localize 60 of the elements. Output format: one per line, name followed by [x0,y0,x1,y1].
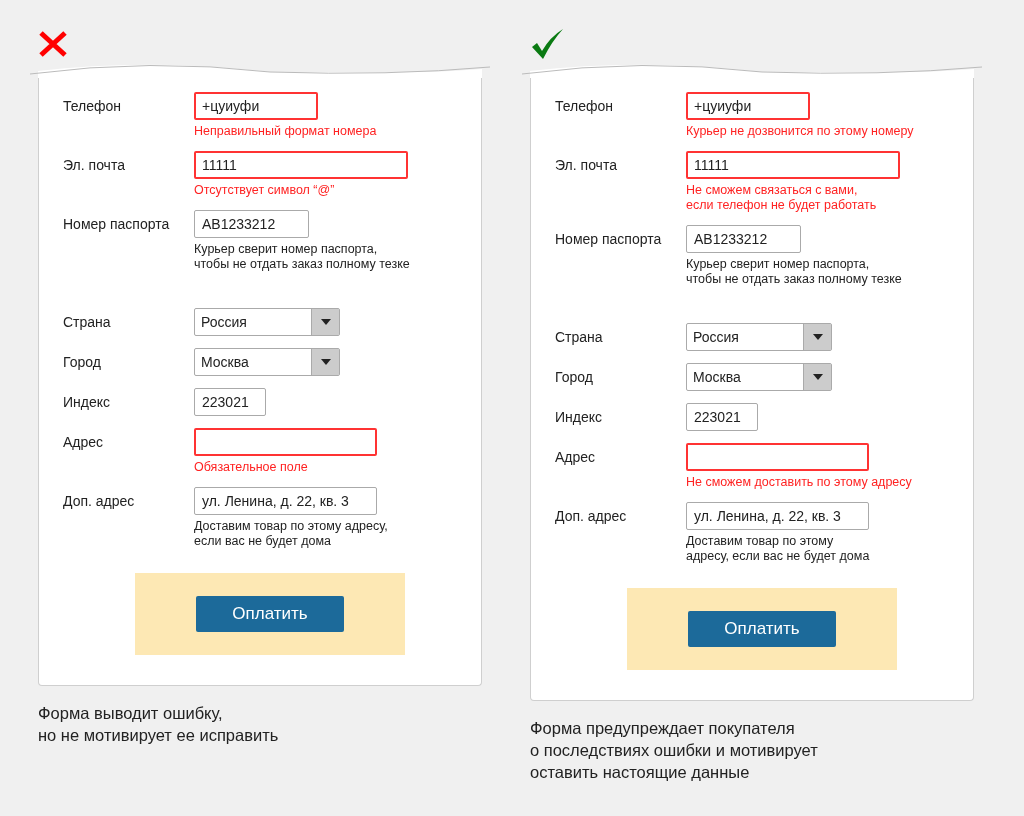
field-label: Телефон [555,97,614,116]
dropdown-arrow-button[interactable] [311,349,339,375]
input-field[interactable]: +цуиуфи [194,92,318,120]
input-field[interactable]: +цуиуфи [686,92,810,120]
field-label: Адрес [555,448,596,467]
caret-icon [320,359,331,365]
checkmark-icon [530,27,564,61]
field-label: Адрес [63,433,104,452]
input-field[interactable]: 223021 [194,388,266,416]
input-field[interactable]: 11111 [686,151,900,179]
dropdown-arrow-button[interactable] [803,364,831,390]
hint-text: Доставим товар по этому адресу, если вас не будет дома [686,534,870,564]
dropdown[interactable]: Россия [194,308,340,336]
input-field[interactable] [686,443,869,471]
caret-icon [320,319,331,325]
input-field[interactable]: ул. Ленина, д. 22, кв. 3 [194,487,377,515]
caption-text: Форма выводит ошибку, но не мотивирует ее исправить [38,703,280,746]
dropdown-arrow-button[interactable] [803,324,831,350]
dropdown[interactable]: Россия [686,323,832,351]
caret-icon [812,334,823,340]
field-label: Телефон [63,97,122,116]
dropdown[interactable]: Москва [686,363,832,391]
pay-button[interactable]: Оплатить [688,611,836,647]
error-message: Неправильный формат номера [194,124,377,139]
field-label: Страна [555,328,603,347]
input-field[interactable] [194,428,377,456]
dropdown-value: Россия [693,329,740,345]
error-message: Не сможем доставить по этому адресу [686,475,912,490]
field-label: Эл. почта [63,156,125,175]
hint-text: Курьер сверит номер паспорта, чтобы не отдать заказ полному тезке [194,242,410,272]
error-message: Отсутствует символ “@” [194,183,335,198]
input-field[interactable]: 11111 [194,151,408,179]
hint-text: Доставим товар по этому адресу, если вас не будет дома [194,519,388,549]
field-label: Доп. адрес [63,492,135,511]
input-field[interactable]: ул. Ленина, д. 22, кв. 3 [686,502,869,530]
error-message: Обязательное поле [194,460,308,475]
field-label: Индекс [63,393,111,412]
error-message: Курьер не дозвонится по этому номеру [686,124,914,139]
field-label: Город [63,353,101,372]
dropdown-arrow-button[interactable] [311,309,339,335]
input-field[interactable]: 223021 [686,403,758,431]
dropdown-value: Москва [693,369,742,385]
field-label: Доп. адрес [555,507,627,526]
dropdown-value: Москва [201,354,250,370]
cross-icon [38,30,68,58]
dropdown[interactable]: Москва [194,348,340,376]
field-label: Эл. почта [555,156,617,175]
field-label: Индекс [555,408,603,427]
hint-text: Курьер сверит номер паспорта, чтобы не отдать заказ полному тезке [686,257,902,287]
dropdown-value: Россия [201,314,248,330]
error-message: Не сможем связаться с вами, если телефон не будет работать [686,183,877,213]
field-label: Номер паспорта [555,230,662,249]
input-field[interactable]: AB1233212 [194,210,309,238]
field-label: Страна [63,313,111,332]
pay-button[interactable]: Оплатить [196,596,344,632]
field-label: Город [555,368,593,387]
caret-icon [812,374,823,380]
caption-text: Форма предупреждает покупателя о последствиях ошибки и мотивирует оставить настоящие данные [530,718,819,783]
field-label: Номер паспорта [63,215,170,234]
input-field[interactable]: AB1233212 [686,225,801,253]
